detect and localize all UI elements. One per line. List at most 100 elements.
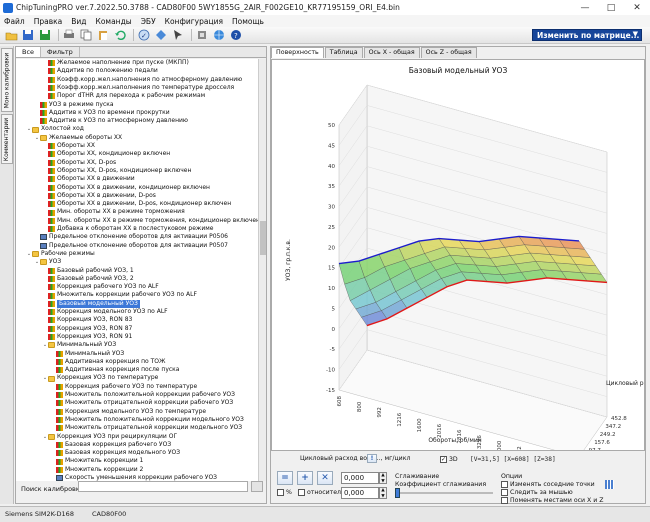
tree-item[interactable]: Коррекция рабочего УОЗ по температуре <box>50 383 197 391</box>
tree-item[interactable]: Аддитивная коррекция по ТОЖ <box>50 358 165 366</box>
tab-filter[interactable]: Фильтр <box>41 47 80 57</box>
tree-item[interactable]: Множитель коррекции 1 <box>50 457 143 465</box>
globe-icon[interactable] <box>212 29 226 42</box>
tree-item[interactable]: ⌄ УОЗ <box>34 258 61 266</box>
print-icon[interactable] <box>62 29 76 42</box>
tree-item[interactable]: Обороты XX, D-pos, кондиционер включен <box>42 167 191 175</box>
tree-item[interactable]: Коррекция модельного УОЗ по ALF <box>42 308 168 316</box>
tree-item[interactable]: Множитель коррекции рабочего УОЗ по ALF <box>42 291 197 299</box>
tree-item[interactable]: Множитель отрицательной коррекции модель… <box>50 424 242 432</box>
tree-item[interactable]: Множитель отрицательной коррекции рабоче… <box>50 399 233 407</box>
tree-item[interactable]: ⌄ Минимальный УОЗ <box>42 341 116 349</box>
menu-view[interactable]: Вид <box>71 17 86 26</box>
tree-item[interactable]: Аддитив к УОЗ по времени прокрутки <box>34 109 170 117</box>
tree-item[interactable]: Множитель коррекции 2 <box>50 466 143 474</box>
tree-item[interactable]: Обороты XX, кондиционер включен <box>42 150 170 158</box>
tree-item[interactable]: Обороты XX в движении, кондиционер включ… <box>42 184 210 192</box>
tab-comments[interactable]: Комментарии <box>1 114 13 164</box>
surface-chart[interactable]: Базовый модельный УОЗ 50 45 40 35 30 25 20 15 10… <box>271 59 645 451</box>
matrix-change-select[interactable]: Изменить по матрице... ▼ <box>532 29 642 41</box>
menu-file[interactable]: Файл <box>4 17 25 26</box>
tree-item[interactable]: ⌄ Рабочие режимы <box>26 250 95 258</box>
tree-item[interactable]: Базовая коррекция рабочего УОЗ <box>50 441 171 449</box>
tree-item[interactable]: Базовый рабочий УОЗ, 2 <box>42 275 134 283</box>
menu-edit[interactable]: Правка <box>34 17 63 26</box>
tree-item[interactable]: Обороты XX, D-pos <box>42 159 116 167</box>
tree-item[interactable]: Предельное отклонение оборотов для актив… <box>34 233 228 241</box>
tab-z-axis[interactable]: Ось Z - общая <box>420 47 477 58</box>
tab-mono-calibrations[interactable]: Моно калибровки <box>1 48 13 112</box>
tab-surface[interactable]: Поверхность <box>271 47 324 58</box>
grid-icon[interactable] <box>605 480 614 489</box>
relative-spinner[interactable]: ▲ ▼ <box>379 487 387 499</box>
tree-item[interactable]: Коэфф.корр.жел.наполнения по атмосферном… <box>42 76 242 84</box>
tree-item[interactable]: Множитель положительной коррекции рабоче… <box>50 391 235 399</box>
value-spinner[interactable]: ▲ ▼ <box>379 472 387 484</box>
close-button[interactable]: ✕ <box>624 0 650 15</box>
tree-item[interactable]: Желаемое наполнение при пуске (МКПП) <box>42 59 189 67</box>
tree-item[interactable]: Скорость уменьшения коррекции рабочего У… <box>50 474 217 481</box>
checksum-icon[interactable]: ✓ <box>137 29 151 42</box>
tree-item[interactable]: Мин. обороты XX в режиме торможения <box>42 208 185 216</box>
tree-item[interactable]: Обороты XX <box>42 142 95 150</box>
tree-item[interactable]: ⌄ Холостой ход <box>26 125 84 133</box>
maximize-button[interactable]: □ <box>598 0 624 15</box>
tree-item[interactable]: Коррекция УОЗ, RON 83 <box>42 316 132 324</box>
menu-help[interactable]: Помощь <box>232 17 264 26</box>
tree-item[interactable]: Предельное отклонение оборотов для актив… <box>34 242 228 250</box>
paste-icon[interactable] <box>96 29 110 42</box>
tree-item-selected[interactable]: Базовый модельный УОЗ <box>42 299 140 308</box>
tree-item[interactable]: Множитель положительной коррекции модель… <box>50 416 244 424</box>
undo-icon[interactable] <box>113 29 127 42</box>
tree-item[interactable]: Коррекция УОЗ, RON 87 <box>42 325 132 333</box>
open-icon[interactable] <box>4 29 18 42</box>
tree-item[interactable]: Порог dTHR для перехода к рабочим режима… <box>42 92 205 100</box>
tree-item[interactable]: Базовый рабочий УОЗ, 1 <box>42 267 134 275</box>
value-input[interactable]: 0,000 <box>341 472 379 484</box>
scrollbar-thumb[interactable] <box>260 221 266 255</box>
search-input[interactable] <box>78 481 248 492</box>
equal-button[interactable]: = <box>277 471 293 485</box>
tree-scrollbar[interactable] <box>258 59 266 481</box>
tree-item[interactable]: ⌄ Коррекция УОЗ при рециркуляции ОГ <box>42 433 177 441</box>
3d-checkbox[interactable]: ✓ <box>440 456 447 463</box>
tab-table[interactable]: Таблица <box>324 47 363 58</box>
search-dropdown-button[interactable] <box>251 481 263 492</box>
copy-icon[interactable] <box>79 29 93 42</box>
minimize-button[interactable]: — <box>572 0 598 15</box>
tree-item[interactable]: Обороты XX в движении <box>42 175 135 183</box>
help-icon[interactable]: ? <box>229 29 243 42</box>
tree-item[interactable]: Аддитив по положению педали <box>42 67 158 75</box>
cursor-icon[interactable] <box>171 29 185 42</box>
smoothing-slider[interactable] <box>395 488 400 498</box>
settings-icon[interactable] <box>195 29 209 42</box>
tree-item[interactable]: ⌄ Желаемые обороты XX <box>34 134 122 142</box>
axis-drop-icon[interactable]: ! <box>367 454 377 463</box>
tree-item[interactable]: Мин. обороты XX в режиме торможения, кон… <box>42 217 260 225</box>
tree-item[interactable]: Добавка к оборотам XX в послестуковом ре… <box>42 225 213 233</box>
multiply-button[interactable]: ✕ <box>317 471 333 485</box>
tree-item[interactable]: Обороты XX в движении, D-pos, кондиционе… <box>42 200 231 208</box>
tree-item[interactable]: Базовая коррекция модельного УОЗ <box>50 449 180 457</box>
percent-checkbox[interactable] <box>277 489 284 496</box>
tab-all[interactable]: Все <box>16 47 42 57</box>
tree-item[interactable]: Коррекция УОЗ, RON 91 <box>42 333 132 341</box>
tree-item[interactable]: Минимальный УОЗ <box>50 350 124 358</box>
tree-item[interactable]: УОЗ в режиме пуска <box>34 101 114 109</box>
save-icon[interactable] <box>21 29 35 42</box>
tree-item[interactable]: Коррекция рабочего УОЗ по ALF <box>42 283 159 291</box>
surface-plot[interactable]: 50454035302520151050-5-10-15608800992121… <box>272 60 644 450</box>
menu-configuration[interactable]: Конфигурация <box>165 17 223 26</box>
swap-axes-checkbox[interactable] <box>501 497 508 504</box>
tree-item[interactable]: ⌄ Коррекция УОЗ по температуре <box>42 374 158 382</box>
tree-item[interactable]: Обороты XX в движении, D-pos <box>42 192 156 200</box>
tree-item[interactable]: Аддитивная коррекция после пуска <box>50 366 179 374</box>
compare-icon[interactable] <box>154 29 168 42</box>
relative-checkbox[interactable] <box>298 489 305 496</box>
tree-item[interactable]: Коррекция модельного УОЗ по температуре <box>50 408 206 416</box>
add-button[interactable]: + <box>297 471 313 485</box>
menu-commands[interactable]: Команды <box>96 17 132 26</box>
relative-input[interactable]: 0,000 <box>341 487 379 499</box>
follow-mouse-checkbox[interactable] <box>501 489 508 496</box>
tree-item[interactable]: Коэфф.корр.жел.наполнения по температуре… <box>42 84 234 92</box>
